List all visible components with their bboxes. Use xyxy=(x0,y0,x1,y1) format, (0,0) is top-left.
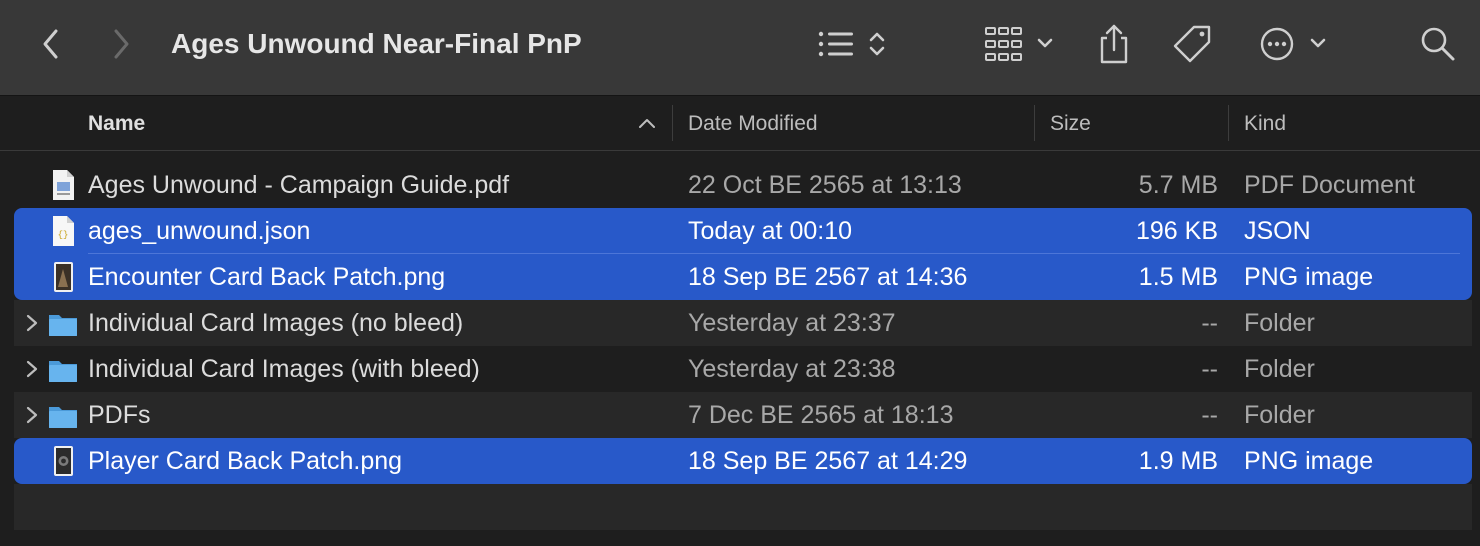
file-row[interactable]: {} ages_unwound.json Today at 00:10 196 … xyxy=(14,208,1472,254)
empty-row xyxy=(14,484,1472,530)
file-date: 18 Sep BE 2567 at 14:36 xyxy=(688,263,968,291)
disclosure-chevron-icon[interactable] xyxy=(22,405,42,425)
column-header-name[interactable]: Name xyxy=(88,97,145,150)
column-header-size[interactable]: Size xyxy=(1050,97,1091,150)
list-view-icon xyxy=(818,31,885,57)
view-options-button[interactable] xyxy=(816,26,890,62)
file-size: -- xyxy=(1201,401,1218,429)
file-kind: Folder xyxy=(1244,401,1315,429)
more-actions-button[interactable] xyxy=(1258,24,1330,64)
file-date: Yesterday at 23:38 xyxy=(688,355,896,383)
file-row[interactable]: PDFs 7 Dec BE 2565 at 18:13 -- Folder xyxy=(14,392,1472,438)
group-button[interactable] xyxy=(984,24,1056,64)
pdf-file-icon xyxy=(53,170,74,200)
column-divider[interactable] xyxy=(1034,105,1035,141)
file-date: 7 Dec BE 2565 at 18:13 xyxy=(688,401,954,429)
toolbar: Ages Unwound Near-Final PnP xyxy=(0,0,1480,96)
file-name: ages_unwound.json xyxy=(88,217,311,245)
file-size: 1.5 MB xyxy=(1138,263,1218,291)
disclosure-chevron-icon[interactable] xyxy=(22,313,42,333)
image-file-icon xyxy=(54,446,73,476)
file-size: 5.7 MB xyxy=(1138,171,1218,199)
svg-text:{}: {} xyxy=(58,230,69,240)
file-kind: PNG image xyxy=(1244,263,1374,291)
chevron-left-icon xyxy=(43,29,58,59)
more-icon xyxy=(1260,27,1326,61)
file-kind: JSON xyxy=(1244,217,1311,245)
tag-button[interactable] xyxy=(1172,24,1214,64)
file-size: 196 KB xyxy=(1135,217,1218,245)
file-name: Individual Card Images (no bleed) xyxy=(88,309,464,337)
icon-grid-icon xyxy=(985,27,1053,61)
file-size: 1.9 MB xyxy=(1138,447,1218,475)
file-kind: PNG image xyxy=(1244,447,1374,475)
window-title: Ages Unwound Near-Final PnP xyxy=(171,28,582,59)
share-button[interactable] xyxy=(1096,22,1132,66)
file-row[interactable]: Individual Card Images (no bleed) Yester… xyxy=(14,300,1472,346)
file-date: Yesterday at 23:37 xyxy=(688,309,896,337)
file-date: 18 Sep BE 2567 at 14:29 xyxy=(688,447,968,475)
search-button[interactable] xyxy=(1418,24,1458,64)
disclosure-chevron-icon[interactable] xyxy=(22,359,42,379)
sort-ascending-icon[interactable] xyxy=(638,116,656,130)
json-file-icon: {} xyxy=(53,216,74,246)
file-name: Individual Card Images (with bleed) xyxy=(88,355,480,383)
share-icon xyxy=(1100,24,1128,64)
file-name: Encounter Card Back Patch.png xyxy=(88,263,446,291)
file-kind: PDF Document xyxy=(1244,171,1415,199)
file-kind: Folder xyxy=(1244,309,1315,337)
file-row[interactable]: Ages Unwound - Campaign Guide.pdf 22 Oct… xyxy=(14,162,1472,208)
column-header-bar: Name Date Modified Size Kind xyxy=(0,97,1480,151)
file-row[interactable]: Player Card Back Patch.png 18 Sep BE 256… xyxy=(14,438,1472,484)
folder-icon xyxy=(49,407,77,428)
column-header-date[interactable]: Date Modified xyxy=(688,97,818,150)
chevron-right-icon xyxy=(114,29,129,59)
file-date: Today at 00:10 xyxy=(688,217,853,245)
tag-icon xyxy=(1173,25,1211,63)
column-divider[interactable] xyxy=(1228,105,1229,141)
search-icon xyxy=(1421,27,1455,61)
file-row[interactable]: Encounter Card Back Patch.png 18 Sep BE … xyxy=(14,254,1472,300)
file-kind: Folder xyxy=(1244,355,1315,383)
folder-icon xyxy=(49,315,77,336)
column-header-kind[interactable]: Kind xyxy=(1244,97,1286,150)
file-size: -- xyxy=(1201,355,1218,383)
forward-button[interactable] xyxy=(108,26,136,62)
folder-icon xyxy=(49,361,77,382)
file-name: PDFs xyxy=(88,401,151,429)
file-size: -- xyxy=(1201,309,1218,337)
back-button[interactable] xyxy=(36,26,64,62)
file-row[interactable]: Individual Card Images (with bleed) Yest… xyxy=(14,346,1472,392)
file-name: Player Card Back Patch.png xyxy=(88,447,403,475)
file-date: 22 Oct BE 2565 at 13:13 xyxy=(688,171,962,199)
file-name: Ages Unwound - Campaign Guide.pdf xyxy=(88,171,510,199)
column-divider[interactable] xyxy=(672,105,673,141)
image-file-icon xyxy=(54,262,73,292)
